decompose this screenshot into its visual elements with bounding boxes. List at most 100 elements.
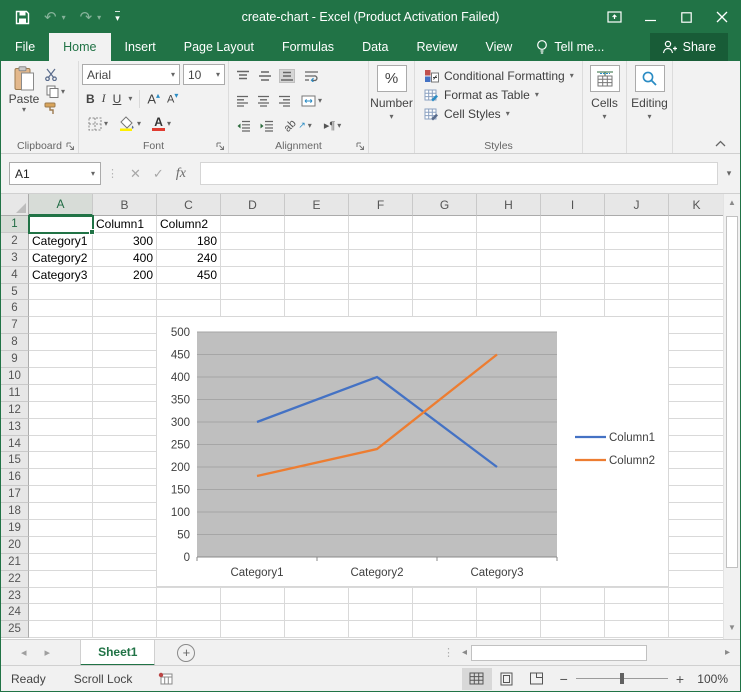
sheet-nav-left-icon[interactable]: ◂	[21, 646, 27, 659]
cell-A10[interactable]	[29, 368, 93, 385]
cell-H2[interactable]	[477, 233, 541, 250]
cell-E4[interactable]	[285, 267, 349, 284]
cell-K18[interactable]	[669, 503, 725, 520]
cell-C24[interactable]	[157, 604, 221, 621]
cell-K10[interactable]	[669, 368, 725, 385]
cell-B11[interactable]	[93, 385, 157, 402]
sheet-tab-sheet1[interactable]: Sheet1	[80, 640, 155, 666]
cell-G5[interactable]	[413, 284, 477, 301]
cell-B23[interactable]	[93, 588, 157, 605]
cell-D1[interactable]	[221, 216, 285, 233]
sheet-nav-right-icon[interactable]: ▸	[45, 646, 51, 659]
cell-I2[interactable]	[541, 233, 605, 250]
cell-J3[interactable]	[605, 250, 669, 267]
cell-J24[interactable]	[605, 604, 669, 621]
cell-K6[interactable]	[669, 300, 725, 317]
cell-K14[interactable]	[669, 436, 725, 453]
cell-F4[interactable]	[349, 267, 413, 284]
cell-J6[interactable]	[605, 300, 669, 317]
column-header-D[interactable]: D	[221, 194, 285, 216]
cell-I24[interactable]	[541, 604, 605, 621]
page-layout-view-icon[interactable]	[492, 668, 522, 690]
tell-me-box[interactable]: Tell me...	[526, 33, 614, 61]
maximize-button[interactable]	[668, 1, 704, 33]
cells-dropdown-icon[interactable]: ▾	[602, 113, 606, 121]
cell-G23[interactable]	[413, 588, 477, 605]
tab-review[interactable]: Review	[402, 33, 471, 61]
cell-D24[interactable]	[221, 604, 285, 621]
column-header-K[interactable]: K	[669, 194, 725, 216]
cell-A24[interactable]	[29, 604, 93, 621]
cell-B19[interactable]	[93, 520, 157, 537]
cell-A22[interactable]	[29, 571, 93, 588]
cell-A1[interactable]	[29, 216, 93, 233]
row-header-16[interactable]: 16	[1, 469, 29, 486]
horizontal-scrollbar[interactable]: ◂ ▸	[462, 640, 740, 665]
cell-A5[interactable]	[29, 284, 93, 301]
cell-H23[interactable]	[477, 588, 541, 605]
cell-A9[interactable]	[29, 351, 93, 368]
zoom-slider[interactable]	[576, 678, 668, 679]
cell-K4[interactable]	[669, 267, 725, 284]
cell-C25[interactable]	[157, 621, 221, 638]
underline-button[interactable]: U	[113, 92, 122, 106]
cell-I25[interactable]	[541, 621, 605, 638]
cell-K11[interactable]	[669, 385, 725, 402]
cell-A8[interactable]	[29, 334, 93, 351]
cut-icon[interactable]	[44, 68, 67, 81]
row-header-25[interactable]: 25	[1, 621, 29, 638]
cell-E24[interactable]	[285, 604, 349, 621]
cell-I1[interactable]	[541, 216, 605, 233]
cell-B8[interactable]	[93, 334, 157, 351]
column-header-C[interactable]: C	[157, 194, 221, 216]
cell-K13[interactable]	[669, 419, 725, 436]
italic-button[interactable]: I	[102, 91, 106, 106]
cell-K19[interactable]	[669, 520, 725, 537]
minimize-button[interactable]	[632, 1, 668, 33]
cell-G3[interactable]	[413, 250, 477, 267]
font-dialog-launcher-icon[interactable]	[216, 142, 225, 151]
row-header-8[interactable]: 8	[1, 334, 29, 351]
redo-dropdown-icon[interactable]: ▾	[97, 13, 101, 22]
page-break-preview-icon[interactable]	[522, 668, 552, 690]
orientation-icon[interactable]: ab↗▾	[282, 119, 314, 133]
editing-button[interactable]	[635, 65, 665, 92]
cell-B24[interactable]	[93, 604, 157, 621]
zoom-out-icon[interactable]: −	[560, 671, 568, 687]
cell-K3[interactable]	[669, 250, 725, 267]
cell-B7[interactable]	[93, 317, 157, 334]
undo-dropdown-icon[interactable]: ▾	[62, 13, 66, 22]
cell-K24[interactable]	[669, 604, 725, 621]
row-header-13[interactable]: 13	[1, 419, 29, 436]
select-all-corner[interactable]	[1, 194, 29, 216]
tab-page-layout[interactable]: Page Layout	[170, 33, 268, 61]
cell-K25[interactable]	[669, 621, 725, 638]
cell-A2[interactable]: Category1	[29, 233, 93, 250]
column-header-G[interactable]: G	[413, 194, 477, 216]
cell-I4[interactable]	[541, 267, 605, 284]
save-icon[interactable]	[15, 10, 30, 25]
tab-bar-splitter[interactable]: ⋮	[443, 646, 454, 659]
cell-B4[interactable]: 200	[93, 267, 157, 284]
paste-button[interactable]: Paste ▾	[4, 64, 44, 138]
increase-indent-icon[interactable]	[259, 120, 274, 132]
cell-B16[interactable]	[93, 469, 157, 486]
cell-I6[interactable]	[541, 300, 605, 317]
tab-home[interactable]: Home	[49, 33, 110, 61]
align-left-icon[interactable]	[236, 95, 249, 107]
cell-D5[interactable]	[221, 284, 285, 301]
cell-I3[interactable]	[541, 250, 605, 267]
clipboard-dialog-launcher-icon[interactable]	[66, 142, 75, 151]
cell-A12[interactable]	[29, 402, 93, 419]
row-header-1[interactable]: 1	[1, 216, 29, 233]
cell-H25[interactable]	[477, 621, 541, 638]
cell-E5[interactable]	[285, 284, 349, 301]
cell-D25[interactable]	[221, 621, 285, 638]
cell-A21[interactable]	[29, 554, 93, 571]
column-header-F[interactable]: F	[349, 194, 413, 216]
align-right-icon[interactable]	[278, 95, 291, 107]
cell-A3[interactable]: Category2	[29, 250, 93, 267]
cell-K21[interactable]	[669, 554, 725, 571]
row-header-22[interactable]: 22	[1, 571, 29, 588]
cell-B1[interactable]: Column1	[93, 216, 157, 233]
